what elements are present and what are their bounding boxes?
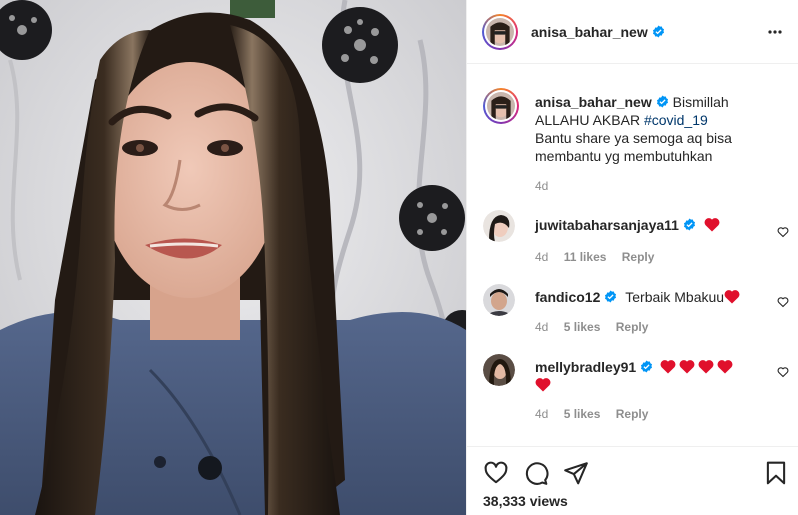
commenter-avatar[interactable] [483, 284, 515, 316]
reply-button[interactable]: Reply [616, 320, 649, 334]
comment-username[interactable]: juwitabaharsanjaya11 [535, 217, 679, 233]
red-heart-emoji-icon [724, 289, 740, 304]
comment-text: juwitabaharsanjaya11 [535, 216, 765, 234]
comment-text: mellybradley91 [535, 358, 765, 394]
commenter-avatar[interactable] [483, 210, 515, 242]
comment-likes-count[interactable]: 5 likes [564, 320, 601, 334]
heart-icon[interactable] [483, 460, 509, 486]
author-avatar[interactable] [482, 14, 518, 50]
post-action-bar: 38,333 views [467, 446, 798, 515]
avatar-image [483, 354, 515, 386]
comment-meta: 4d 11 likes Reply [535, 250, 666, 264]
caption-username[interactable]: anisa_bahar_new [535, 94, 652, 110]
comment-like-heart-icon[interactable] [777, 225, 789, 238]
red-heart-emoji-icon [679, 359, 695, 374]
comment-timestamp[interactable]: 4d [535, 250, 548, 264]
avatar-image [483, 284, 515, 316]
comment-like-heart-icon[interactable] [777, 295, 789, 308]
caption-text: anisa_bahar_new Bismillah ALLAHU AKBAR #… [535, 93, 785, 165]
comment-icon[interactable] [523, 460, 549, 486]
caption-line-1: Bismillah [672, 94, 729, 110]
red-heart-emoji-icon [698, 359, 714, 374]
comment-like-heart-icon[interactable] [777, 365, 789, 378]
comment-meta: 4d 5 likes Reply [535, 320, 660, 334]
reply-button[interactable]: Reply [616, 407, 649, 421]
comment-timestamp[interactable]: 4d [535, 407, 548, 421]
verified-badge-icon [683, 218, 696, 231]
avatar-image [483, 210, 515, 242]
verified-badge-icon [604, 290, 617, 303]
avatar-image [486, 18, 514, 46]
bookmark-icon[interactable] [763, 460, 789, 486]
video-frame-image [0, 0, 466, 515]
reply-button[interactable]: Reply [622, 250, 655, 264]
post-side-panel: anisa_bahar_new anisa_bahar_new Bismilla… [466, 0, 798, 515]
more-options-icon[interactable] [767, 24, 783, 40]
comment-username[interactable]: fandico12 [535, 289, 600, 305]
comment-text: fandico12 Terbaik Mbakuu [535, 288, 765, 306]
red-heart-emoji-icon [535, 377, 551, 392]
author-username[interactable]: anisa_bahar_new [531, 24, 648, 40]
comment-body: Terbaik Mbakuu [625, 289, 725, 305]
red-heart-emoji-icon [660, 359, 676, 374]
commenter-avatar[interactable] [483, 354, 515, 386]
red-heart-emoji-icon [717, 359, 733, 374]
comment-meta: 4d 5 likes Reply [535, 407, 660, 421]
verified-badge-icon [640, 360, 653, 373]
caption-avatar[interactable] [483, 88, 519, 124]
caption-timestamp[interactable]: 4d [535, 179, 548, 193]
comment-timestamp[interactable]: 4d [535, 320, 548, 334]
hashtag-link[interactable]: #covid_19 [644, 112, 708, 128]
comment-likes-count[interactable]: 11 likes [564, 250, 607, 264]
caption-line-2: ALLAHU AKBAR [535, 112, 641, 128]
post-media[interactable] [0, 0, 466, 515]
comment-username[interactable]: mellybradley91 [535, 359, 636, 375]
caption-line-3: Bantu share ya semoga aq bisa membantu y… [535, 130, 732, 164]
verified-badge-icon [652, 25, 665, 38]
red-heart-emoji-icon [704, 217, 720, 232]
avatar-image [487, 92, 515, 120]
comment-likes-count[interactable]: 5 likes [564, 407, 601, 421]
verified-badge-icon [656, 95, 669, 108]
share-icon[interactable] [563, 460, 589, 486]
post-header: anisa_bahar_new [467, 0, 798, 64]
views-count[interactable]: 38,333 views [483, 493, 568, 509]
